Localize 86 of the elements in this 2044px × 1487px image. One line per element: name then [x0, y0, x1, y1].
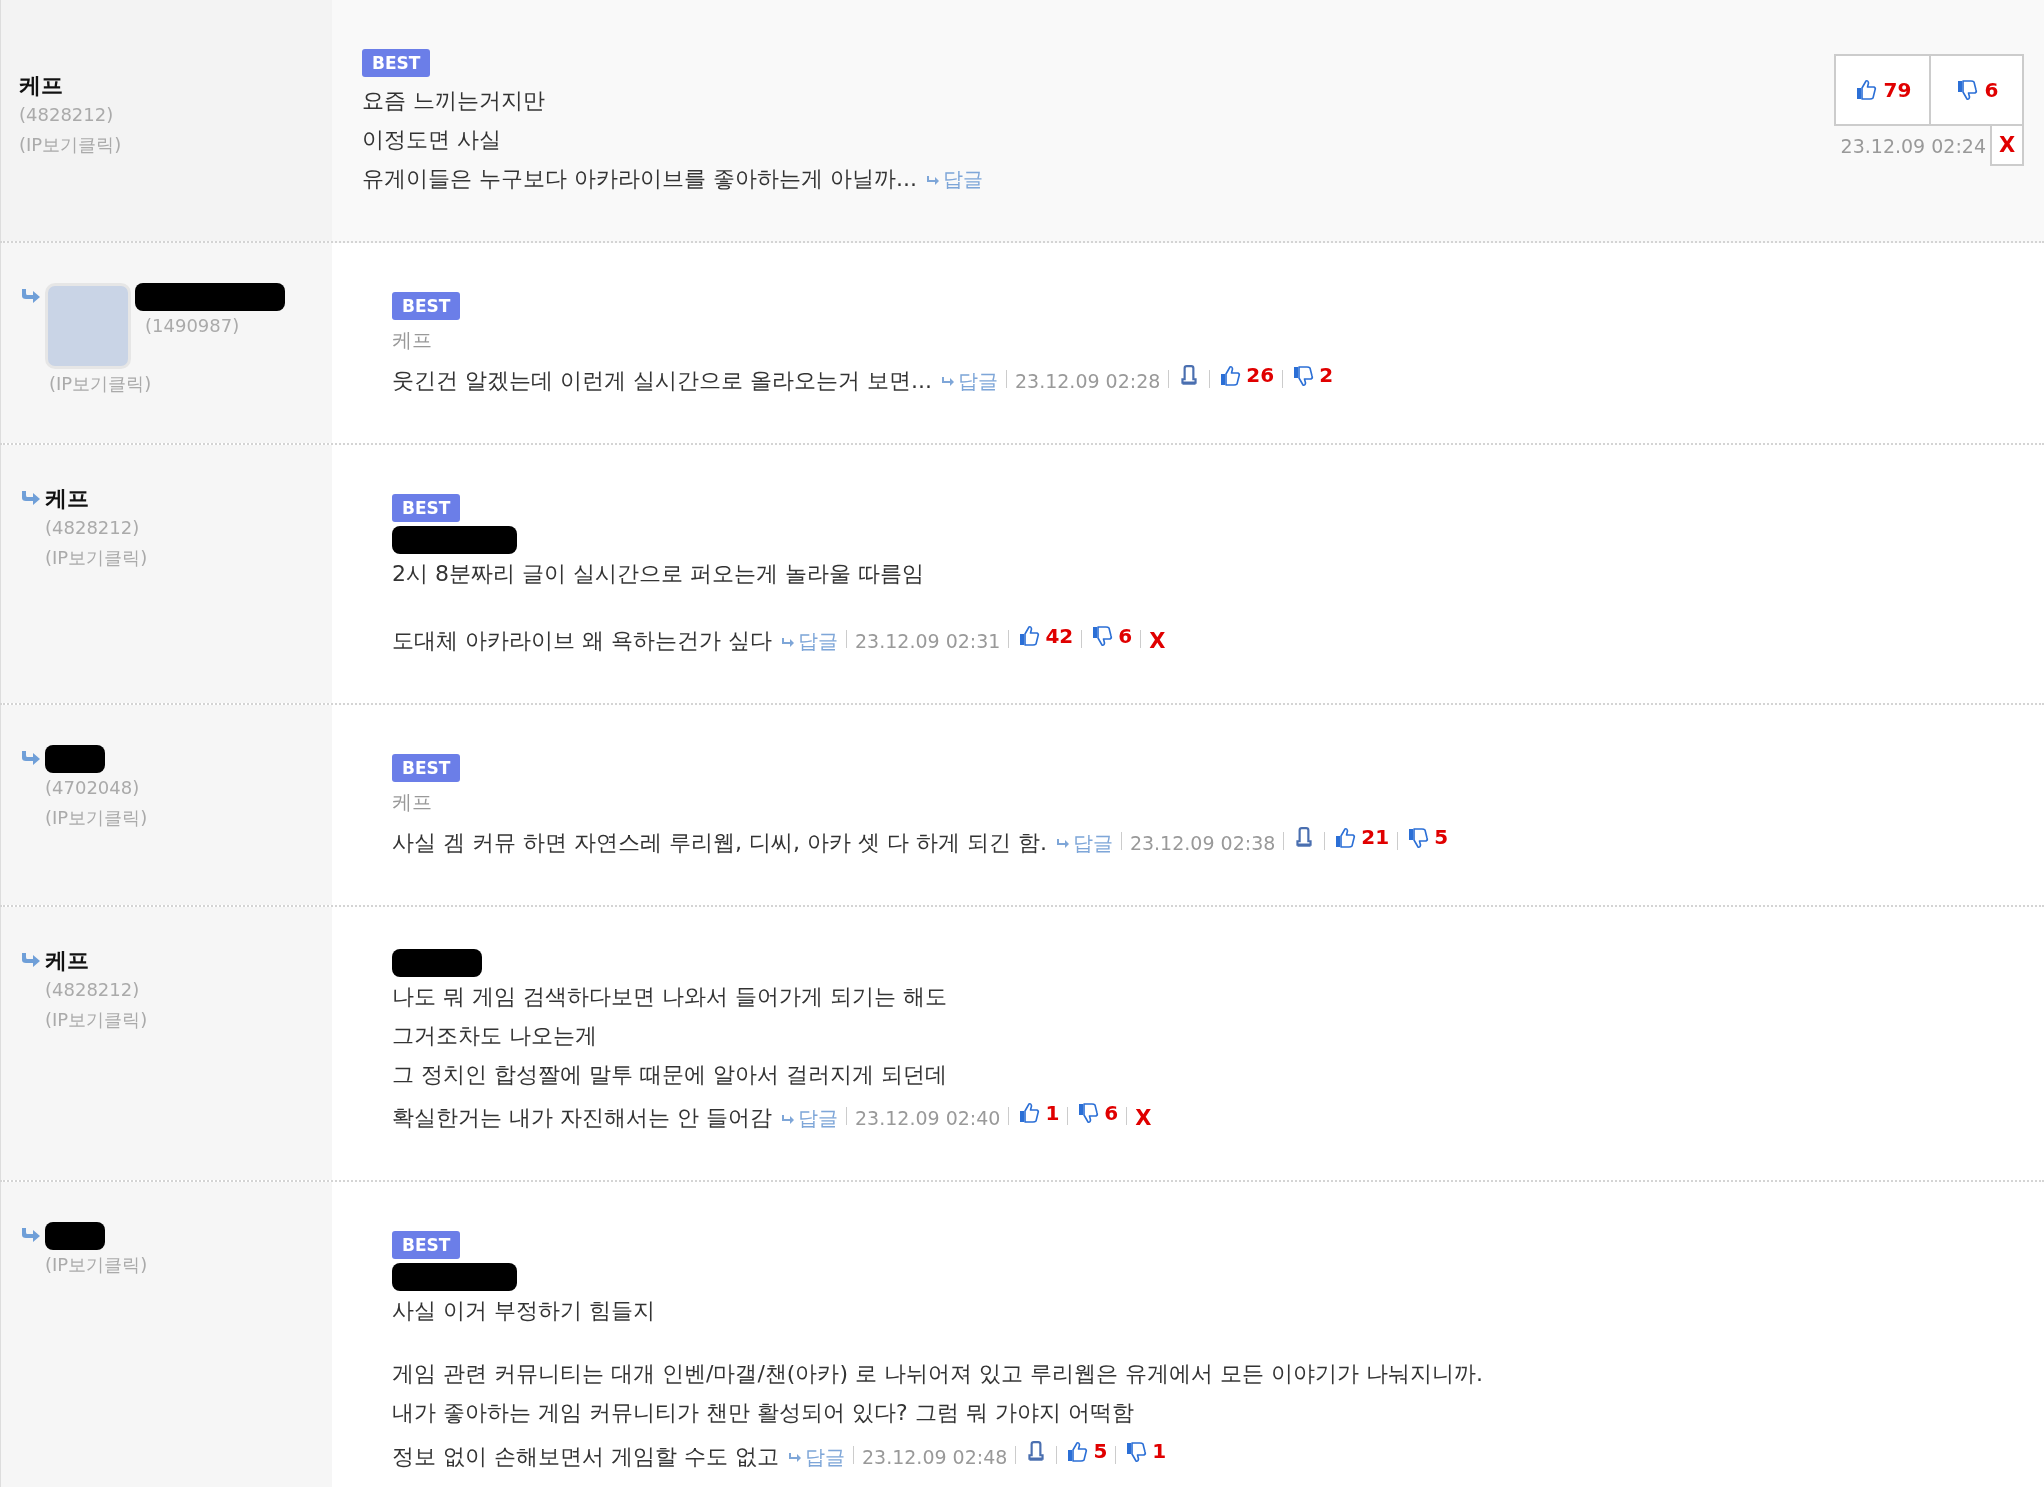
comment-text: 도대체 아카라이브 왜 욕하는건가 싶다	[392, 627, 772, 655]
reply-link[interactable]: 답글	[924, 160, 983, 199]
best-badge: BEST	[392, 292, 461, 320]
downvote-count: 5	[1434, 824, 1449, 851]
ip-link[interactable]: (IP보기클릭)	[45, 803, 148, 833]
author-name: 케프	[45, 484, 90, 513]
reply-arrow-icon	[19, 950, 41, 969]
comment-date: 23.12.09 02:24	[1840, 133, 1986, 159]
thumbs-up-icon	[1017, 1101, 1042, 1125]
thumbs-down-icon	[1406, 825, 1431, 850]
reply-link[interactable]: 답글	[939, 361, 998, 401]
comment-date: 23.12.09 02:28	[1014, 368, 1161, 394]
downvote-count: 2	[1319, 362, 1334, 389]
comment-text: 웃긴건 알겠는데 이런게 실시간으로 올라오는거 보면...	[392, 366, 932, 395]
ip-link[interactable]: (IP보기클릭)	[45, 1004, 148, 1035]
reply-arrow-icon	[924, 173, 941, 188]
ip-link[interactable]: (IP보기클릭)	[49, 369, 332, 399]
delete-button[interactable]: X	[1135, 1099, 1152, 1138]
author-name: 케프	[45, 946, 90, 975]
upvote-count: 42	[1045, 622, 1074, 650]
comment-text: 사실 이거 부정하기 힘들지	[392, 1297, 655, 1325]
reply-arrow-icon	[1054, 837, 1071, 851]
reply-arrow-icon	[939, 375, 956, 389]
user-id: (1490987)	[145, 314, 241, 338]
comment-text: 2시 8분짜리 글이 실시간으로 퍼오는게 놀라울 따름임	[392, 559, 924, 588]
comment-text: 나도 뭐 게임 검색하다보면 나와서 들어가게 되기는 해도	[392, 982, 947, 1011]
thumbs-up-icon	[1218, 363, 1243, 388]
ip-link[interactable]: (IP보기클릭)	[45, 1250, 148, 1280]
reply-link[interactable]: 답글	[780, 622, 838, 661]
downvote-count: 6	[1118, 622, 1133, 650]
reply-link[interactable]: 답글	[780, 1099, 838, 1138]
comment-text: 유게이들은 누구보다 아카라이브를 좋아하는게 아닐까...	[362, 165, 917, 193]
best-badge: BEST	[392, 493, 461, 522]
reply-arrow-icon	[19, 488, 41, 507]
user-id: (4828212)	[45, 977, 141, 1002]
comment-text: 내가 좋아하는 게임 커뮤니티가 챈만 활성되어 있다? 그럼 뭐 가야지 어떡함	[392, 1399, 1134, 1427]
comment-date: 23.12.09 02:40	[855, 1106, 1001, 1131]
thumbs-down-icon	[1124, 1439, 1149, 1464]
reply-arrow-icon	[19, 287, 41, 305]
thumbs-down-icon	[1291, 363, 1316, 388]
upvote-count: 5	[1093, 1438, 1108, 1465]
user-id: (4702048)	[45, 776, 141, 800]
upvote-count: 21	[1361, 824, 1390, 851]
mention-name: 케프	[392, 789, 433, 816]
comment-date: 23.12.09 02:38	[1129, 830, 1276, 856]
user-id: (4828212)	[45, 515, 141, 540]
reply-arrow-icon	[780, 1112, 796, 1127]
comment-text: 사실 겜 커뮤 하면 자연스레 루리웹, 디씨, 아카 셋 다 하게 되긴 함.	[392, 828, 1047, 857]
comment-date: 23.12.09 02:48	[861, 1444, 1008, 1470]
reply-arrow-icon	[19, 749, 41, 767]
downvote-count: 6	[1984, 76, 1999, 104]
thumbs-up-icon	[1065, 1439, 1090, 1464]
comment-text: 그 정치인 합성짤에 말투 때문에 알아서 걸러지게 되던데	[392, 1060, 947, 1089]
comment-date: 23.12.09 02:31	[855, 629, 1001, 654]
comment-text: 요즘 느끼는거지만	[362, 87, 545, 115]
thumbs-down-icon	[1090, 624, 1115, 648]
upvote-count: 26	[1246, 362, 1275, 389]
comment-text: 게임 관련 커뮤니티는 대개 인벤/마갤/챈(아카) 로 나뉘어져 있고 루리웹은 유게에서 모든 이야기가 나눠지니까.	[392, 1360, 1483, 1388]
reply-link[interactable]: 답글	[1054, 823, 1113, 863]
best-badge: BEST	[392, 754, 461, 782]
mention-name: 케프	[392, 327, 433, 354]
author-name: 케프	[19, 72, 64, 100]
best-badge: BEST	[362, 49, 431, 77]
thumbs-up-icon	[1017, 624, 1042, 648]
thumbs-up-icon	[1333, 825, 1358, 850]
ip-link[interactable]: (IP보기클릭)	[45, 542, 148, 573]
ip-link[interactable]: (IP보기클릭)	[19, 130, 332, 160]
comment-text: 그거조차도 나오는게	[392, 1021, 597, 1050]
delete-button[interactable]: X	[1149, 622, 1166, 661]
downvote-count: 6	[1104, 1099, 1119, 1127]
upvote-button[interactable]: 79	[1836, 56, 1929, 124]
downvote-button[interactable]: 6	[1929, 56, 2022, 124]
reply-arrow-icon	[786, 1451, 803, 1465]
comment-text: 정보 없이 손해보면서 게임할 수도 없고	[392, 1442, 779, 1471]
comment-text: 확실한거는 내가 자진해서는 안 들어감	[392, 1104, 772, 1132]
reply-arrow-icon	[780, 635, 796, 650]
reply-arrow-icon	[19, 1226, 41, 1244]
user-id: (4828212)	[19, 103, 115, 127]
delete-button[interactable]: X	[1990, 126, 2024, 166]
thumbs-down-icon	[1076, 1101, 1101, 1125]
comment-text: 이정도면 사실	[362, 126, 501, 154]
downvote-count: 1	[1152, 1438, 1167, 1465]
upvote-count: 79	[1883, 76, 1912, 104]
reply-link[interactable]: 답글	[786, 1437, 845, 1477]
upvote-count: 1	[1045, 1099, 1060, 1127]
best-badge: BEST	[392, 1231, 461, 1259]
